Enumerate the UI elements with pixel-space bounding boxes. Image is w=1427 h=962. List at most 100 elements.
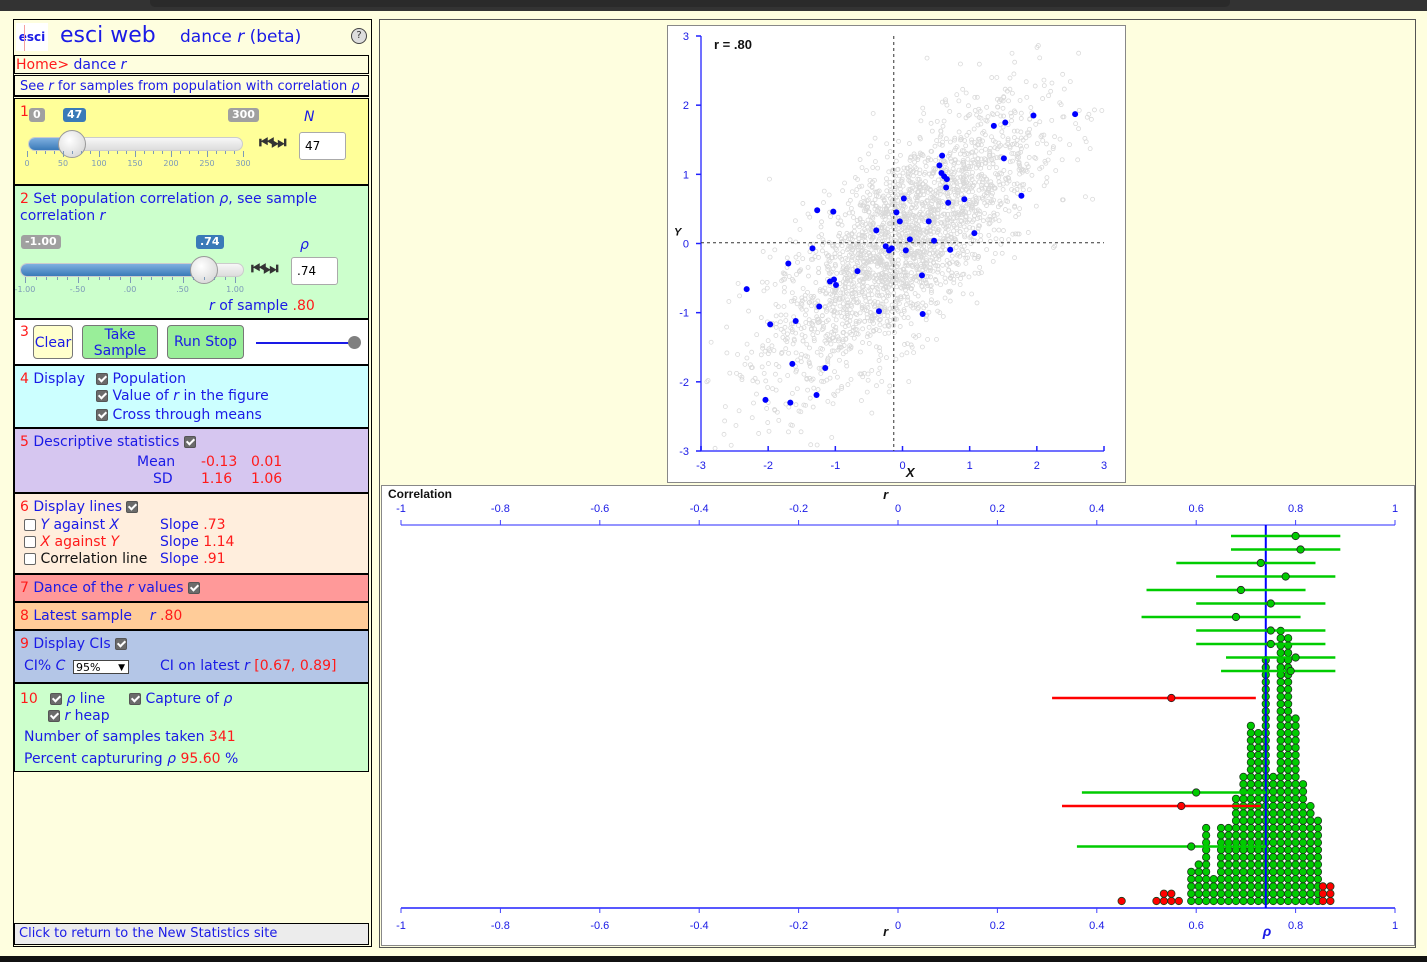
heap-dot [1326, 882, 1335, 891]
bottom-tick-label: 0 [895, 920, 901, 932]
population-point [935, 269, 941, 275]
population-point [865, 217, 871, 223]
section-display: 4 Display Population Value of r in the f… [14, 365, 369, 428]
heap-dot [1224, 896, 1233, 906]
line-correlation[interactable]: Correlation line [24, 551, 147, 567]
population-point [851, 335, 857, 341]
population-point [929, 297, 934, 303]
population-point [979, 148, 984, 154]
n-stepper-icon[interactable]: ⏮⏭ [259, 133, 287, 153]
speed-slider-handle[interactable] [348, 336, 361, 349]
population-point [947, 298, 953, 304]
heap-dot [1284, 860, 1293, 869]
rho-slider-ticks: -1.00 -.50 .00 .50 1.00 [15, 277, 244, 297]
r-heap-checkbox[interactable] [48, 710, 60, 722]
population-point [1059, 157, 1065, 163]
population-checkbox[interactable] [96, 373, 108, 385]
population-point [860, 195, 866, 201]
y-tick-label: -1 [679, 308, 689, 320]
n-input[interactable]: 47 [299, 132, 346, 160]
heap-dot [1313, 816, 1323, 825]
heap-dot [1284, 648, 1293, 657]
heap-dot [1254, 882, 1263, 891]
heap-dot [1276, 874, 1285, 884]
capture-checkbox[interactable] [129, 693, 141, 705]
run-stop-button[interactable]: Run Stop [167, 325, 244, 359]
bottom-tick-label: 0.4 [1089, 920, 1104, 932]
option-value-of-r[interactable]: Value of r in the figure [96, 388, 269, 404]
section2-heading: 2 Set population correlation ρ, see samp… [20, 191, 350, 225]
option-rho-line[interactable]: ρ line [50, 691, 105, 707]
take-sample-button[interactable]: Take Sample [82, 325, 158, 359]
line-y-against-x[interactable]: Y against X [24, 517, 119, 533]
subtitle-suffix: (beta) [244, 27, 302, 47]
population-point [829, 435, 835, 440]
new-statistics-link[interactable]: Click to return to the New Statistics si… [14, 923, 369, 945]
population-point [792, 218, 798, 224]
display-lines-checkbox[interactable] [126, 501, 139, 513]
heap-dot [1276, 677, 1285, 687]
clear-button[interactable]: Clear [33, 325, 73, 359]
heap-dot [1159, 896, 1168, 906]
slider-tick-label: .00 [123, 285, 137, 294]
x-against-y-checkbox[interactable] [24, 536, 36, 548]
display-cis-checkbox[interactable] [115, 638, 128, 650]
y-against-x-checkbox[interactable] [24, 519, 36, 531]
population-point [835, 374, 840, 380]
option-capture[interactable]: Capture of ρ [129, 691, 232, 707]
esci-logo[interactable]: esci [16, 23, 48, 51]
heap-dot [1187, 896, 1196, 906]
line-x-against-y[interactable]: X against Y [24, 534, 119, 550]
top-axis-label: r [883, 487, 889, 502]
breadcrumb-home[interactable]: Home> [16, 57, 69, 73]
population-point [922, 179, 928, 184]
rho-label: ρ [300, 237, 309, 253]
population-point [1028, 105, 1034, 110]
population-point [727, 370, 733, 376]
heap-dot [1298, 838, 1308, 847]
rho-input[interactable]: .74 [291, 257, 338, 285]
rho-slider-value-badge: .74 [196, 235, 224, 249]
option-cross-means[interactable]: Cross through means [96, 407, 262, 423]
rho-line-checkbox[interactable] [50, 693, 62, 705]
population-point [925, 336, 930, 342]
heap-dot [1239, 874, 1248, 884]
population-point [810, 332, 816, 338]
population-point [969, 251, 975, 257]
rho-stepper-icon[interactable]: ⏮⏭ [251, 259, 279, 279]
help-icon[interactable]: ? [351, 28, 367, 44]
bottom-tick-label: -0.2 [789, 920, 808, 932]
descriptive-stats-checkbox[interactable] [183, 436, 196, 448]
population-point [754, 391, 759, 397]
population-point [865, 189, 870, 195]
heap-dot [1209, 874, 1218, 884]
option-r-heap[interactable]: r heap [48, 708, 110, 724]
rho-slider-fill [21, 264, 200, 276]
cross-means-checkbox[interactable] [96, 409, 108, 421]
option-population[interactable]: Population [96, 371, 186, 387]
population-point [1044, 175, 1050, 181]
sample-point [826, 278, 833, 285]
r-of-sample-value: .80 [292, 298, 315, 314]
slope-label: Slope [160, 517, 204, 533]
value-of-r-checkbox[interactable] [96, 390, 108, 402]
dance-checkbox[interactable] [187, 582, 200, 594]
sample-point [822, 365, 829, 371]
heap-dot [1298, 860, 1308, 869]
slider-tick [90, 151, 91, 154]
correlation-line-checkbox[interactable] [24, 553, 36, 565]
slope-label: Slope [160, 551, 204, 567]
sample-point [906, 236, 913, 243]
population-point [849, 257, 855, 263]
sample-point [854, 268, 861, 275]
population-point [845, 201, 851, 207]
population-point [1009, 50, 1015, 56]
population-point [822, 285, 828, 291]
population-point [1011, 181, 1017, 187]
ci-level-select[interactable]: 95% ▼ [73, 660, 129, 674]
heap-dot [1284, 882, 1293, 891]
population-point [994, 75, 1000, 80]
speed-slider-track[interactable] [256, 342, 354, 344]
heap-dot [1306, 838, 1315, 847]
population-point [949, 253, 955, 259]
